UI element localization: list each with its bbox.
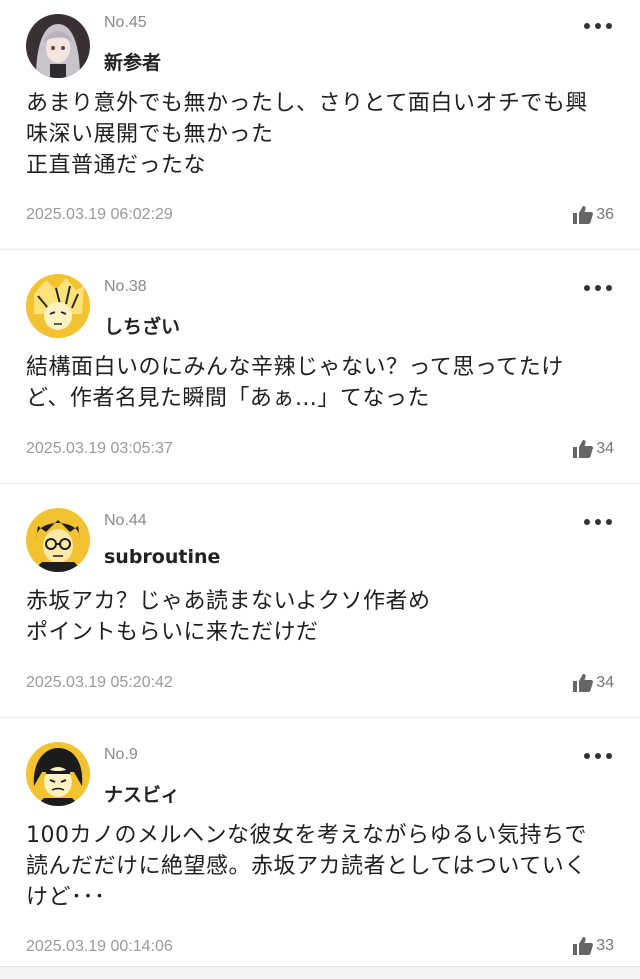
avatar-gray-hair-icon — [26, 14, 90, 78]
dot-icon — [606, 23, 612, 29]
comment-text: 100カノのメルヘンな彼女を考えながらゆるい気持ちで 読んだだけに絶望感。赤坂ア… — [26, 823, 587, 910]
thumbs-up-icon — [573, 206, 594, 224]
like-count: 36 — [596, 206, 614, 223]
like-count: 34 — [596, 674, 614, 691]
post-number: No.44 — [104, 512, 147, 529]
comment-card: No.44 subroutine 赤坂アカ？じゃあ読まないよクソ作者め ポイント… — [0, 484, 640, 718]
thumbs-up-icon — [573, 440, 594, 458]
like-count: 34 — [596, 440, 614, 457]
dot-icon — [595, 285, 601, 291]
dot-icon — [584, 23, 590, 29]
comment-card: No.38 しちざい 結構面白いのにみんな辛辣じゃない？って思ってたけ ど、作者… — [0, 250, 640, 484]
comment-text: あまり意外でも無かったし、さりとて面白いオチでも興 味深い展開でも無かった 正直… — [26, 91, 588, 178]
avatar-black-hair-character-icon — [26, 742, 90, 806]
timestamp: 2025.03.19 03:05:37 — [26, 440, 173, 457]
dot-icon — [584, 753, 590, 759]
username[interactable]: subroutine — [104, 546, 220, 568]
like-count: 33 — [596, 937, 614, 954]
timestamp: 2025.03.19 00:14:06 — [26, 938, 173, 955]
like-button[interactable]: 33 — [572, 936, 614, 956]
post-number: No.45 — [104, 14, 147, 31]
thumbs-up-icon — [573, 937, 594, 955]
more-options-button[interactable] — [584, 512, 612, 532]
timestamp: 2025.03.19 06:02:29 — [26, 206, 173, 223]
user-avatar[interactable] — [26, 274, 90, 338]
dot-icon — [595, 519, 601, 525]
more-options-button[interactable] — [584, 278, 612, 298]
like-button[interactable]: 36 — [572, 205, 614, 225]
post-number: No.38 — [104, 278, 147, 295]
dot-icon — [606, 753, 612, 759]
avatar-glasses-character-icon — [26, 508, 90, 572]
comment-card: No.9 ナスビィ 100カノのメルヘンな彼女を考えながらゆるい気持ちで 読んだ… — [0, 718, 640, 966]
dot-icon — [584, 519, 590, 525]
avatar-yellow-manga-icon — [26, 274, 90, 338]
user-avatar[interactable] — [26, 508, 90, 572]
dot-icon — [595, 23, 601, 29]
more-options-button[interactable] — [584, 746, 612, 766]
username[interactable]: しちざい — [104, 312, 180, 339]
like-button[interactable]: 34 — [572, 673, 614, 693]
comment-card: No.45 新参者 あまり意外でも無かったし、さりとて面白いオチでも興 味深い展… — [0, 0, 640, 250]
dot-icon — [584, 285, 590, 291]
dot-icon — [595, 753, 601, 759]
comment-text: 赤坂アカ？じゃあ読まないよクソ作者め ポイントもらいに来ただけだ — [26, 589, 431, 645]
like-button[interactable]: 34 — [572, 439, 614, 459]
dot-icon — [606, 519, 612, 525]
thumbs-up-icon — [573, 674, 594, 692]
cut-off-bottom-bar — [0, 966, 640, 979]
user-avatar[interactable] — [26, 742, 90, 806]
user-avatar[interactable] — [26, 14, 90, 78]
username[interactable]: ナスビィ — [104, 780, 180, 807]
more-options-button[interactable] — [584, 16, 612, 36]
username[interactable]: 新参者 — [104, 48, 161, 75]
comment-text: 結構面白いのにみんな辛辣じゃない？って思ってたけ ど、作者名見た瞬間「あぁ…」て… — [26, 355, 564, 411]
post-number: No.9 — [104, 746, 138, 763]
dot-icon — [606, 285, 612, 291]
timestamp: 2025.03.19 05:20:42 — [26, 674, 173, 691]
